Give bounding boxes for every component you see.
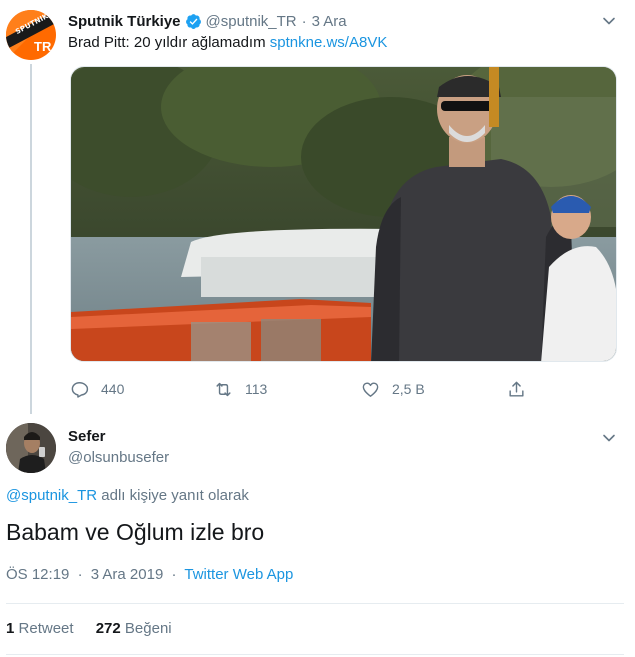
author-display-name[interactable]: Sputnik Türkiye (68, 13, 181, 30)
verified-badge-icon (185, 13, 202, 30)
divider (6, 654, 624, 655)
likes-count: 272 (95, 620, 121, 637)
retweets-count: 1 (6, 620, 15, 637)
photo-image (71, 67, 616, 361)
thread-connector (30, 64, 32, 414)
reply-date[interactable]: 3 Ara 2019 (91, 566, 164, 583)
chevron-down-icon[interactable] (601, 13, 617, 29)
like-action[interactable]: 2,5 B (361, 378, 425, 400)
reply-context: @sputnik_TR adlı kişiye yanıt olarak (6, 487, 249, 504)
retweet-count: 113 (245, 381, 268, 397)
share-icon (509, 381, 524, 397)
reply-icon (71, 381, 89, 398)
reply-author-handle[interactable]: @olsunbusefer (68, 449, 169, 466)
retweet-action[interactable]: 113 (214, 378, 267, 400)
retweet-icon (216, 382, 231, 396)
reply-stats: 1 Retweet 272 Beğeni (6, 620, 172, 637)
divider (6, 603, 624, 604)
reply-action[interactable]: 440 (70, 378, 124, 400)
like-count: 2,5 B (392, 381, 425, 397)
reply-context-label: adlı kişiye yanıt olarak (97, 487, 249, 504)
tweet-body: Brad Pitt: 20 yıldır ağlamadım sptnkne.w… (68, 34, 387, 51)
header-separator: · (301, 12, 307, 30)
tweet-header: Sputnik Türkiye @sputnik_TR · 3 Ara (68, 11, 347, 31)
tweet-link[interactable]: sptnkne.ws/A8VK (270, 34, 388, 51)
avatar-photo (6, 423, 56, 473)
chevron-down-icon[interactable] (601, 430, 617, 446)
reply-mention-link[interactable]: @sputnik_TR (6, 487, 97, 504)
reply-time[interactable]: ÖS 12:19 (6, 566, 69, 583)
retweets-stat[interactable]: 1 Retweet (6, 620, 78, 637)
reply-source-link[interactable]: Twitter Web App (184, 566, 293, 583)
heart-icon (362, 381, 379, 397)
retweets-label: Retweet (18, 620, 74, 637)
reply-count: 440 (101, 381, 125, 397)
likes-label: Beğeni (124, 620, 172, 637)
avatar-tag: TR (34, 39, 52, 54)
reply-avatar[interactable] (6, 423, 56, 473)
meta-separator: · (171, 566, 177, 583)
likes-stat[interactable]: 272 Beğeni (96, 620, 172, 637)
tweet-photo[interactable] (70, 66, 617, 362)
sputnik-avatar[interactable]: SPUTNIK TR (6, 10, 56, 60)
share-action[interactable] (507, 378, 538, 400)
reply-text: Babam ve Oğlum izle bro (6, 519, 265, 545)
tweet-actions: 440 113 2,5 B (70, 378, 540, 400)
tweet-timestamp[interactable]: 3 Ara (312, 13, 347, 30)
reply-meta: ÖS 12:19 · 3 Ara 2019 · Twitter Web App (6, 566, 293, 583)
tweet-text: Brad Pitt: 20 yıldır ağlamadım (68, 34, 266, 51)
parent-tweet[interactable]: SPUTNIK TR Sputnik Türkiye @sputnik_TR ·… (0, 0, 635, 415)
reply-author-name[interactable]: Sefer (68, 428, 106, 445)
author-handle[interactable]: @sputnik_TR (206, 13, 297, 30)
meta-separator: · (77, 566, 83, 583)
